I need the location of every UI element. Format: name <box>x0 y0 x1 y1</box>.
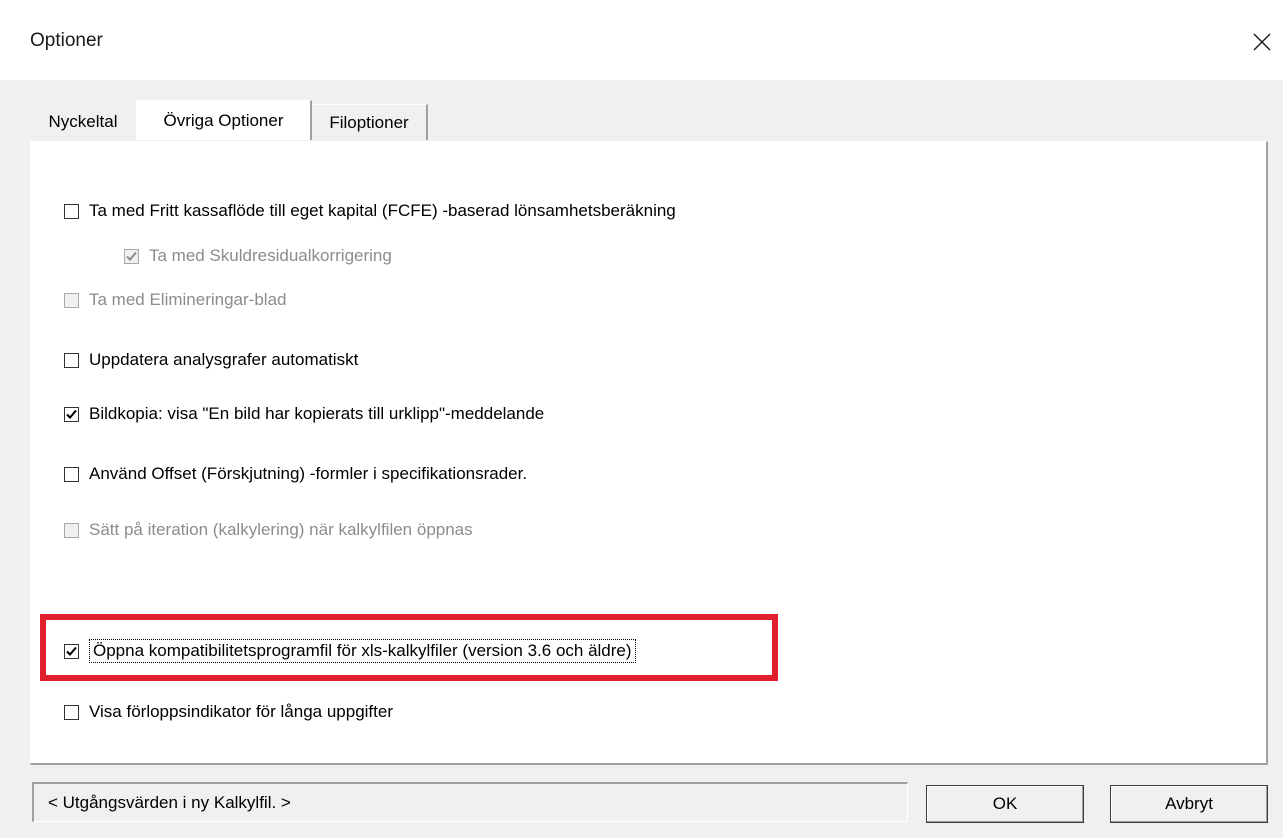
ok-button[interactable]: OK <box>926 785 1084 823</box>
tab-label: Filoptioner <box>329 112 409 132</box>
option-forloppsindikator[interactable]: Visa förloppsindikator för långa uppgift… <box>64 702 393 722</box>
option-iteration: Sätt på iteration (kalkylering) när kalk… <box>64 520 473 540</box>
checkbox-skuldresidual <box>124 248 139 264</box>
checkbox-iteration <box>64 522 79 538</box>
cancel-button-label: Avbryt <box>1165 794 1213 813</box>
title-bar-strip <box>0 0 1283 14</box>
checkbox-fcfe[interactable] <box>64 203 79 219</box>
cancel-button[interactable]: Avbryt <box>1110 785 1268 823</box>
option-bildkopia-label: Bildkopia: visa "En bild har kopierats t… <box>89 404 545 423</box>
tab-label: Övriga Optioner <box>163 110 284 130</box>
ok-button-label: OK <box>992 794 1018 813</box>
defaults-button[interactable]: < Utgångsvärden i ny Kalkylfil. > <box>32 782 908 822</box>
option-elimineringar: Ta med Elimineringar-blad <box>64 290 286 310</box>
checkbox-kompatibilitet[interactable] <box>64 643 79 659</box>
checkbox-bildkopia[interactable] <box>64 406 79 422</box>
option-bildkopia[interactable]: Bildkopia: visa "En bild har kopierats t… <box>64 404 544 424</box>
option-fcfe[interactable]: Ta med Fritt kassaflöde till eget kapita… <box>64 201 676 221</box>
option-fcfe-label: Ta med Fritt kassaflöde till eget kapita… <box>89 201 676 220</box>
close-icon <box>1253 33 1271 51</box>
option-analysgrafer[interactable]: Uppdatera analysgrafer automatiskt <box>64 350 358 370</box>
checkbox-forloppsindikator[interactable] <box>64 704 79 720</box>
option-forloppsindikator-label: Visa förloppsindikator för långa uppgift… <box>89 702 393 721</box>
option-elimineringar-label: Ta med Elimineringar-blad <box>89 290 287 309</box>
tab-ovriga-optioner[interactable]: Övriga Optioner <box>136 100 312 140</box>
tab-filoptioner[interactable]: Filoptioner <box>312 104 428 140</box>
window-title: Optioner <box>30 30 103 51</box>
option-iteration-label: Sätt på iteration (kalkylering) när kalk… <box>89 520 473 539</box>
checkmark-icon <box>66 409 77 419</box>
tab-nyckeltal[interactable]: Nyckeltal <box>30 104 136 140</box>
option-kompatibilitet[interactable]: Öppna kompatibilitetsprogramfil för xls-… <box>64 639 636 663</box>
checkbox-offset[interactable] <box>64 466 79 482</box>
defaults-button-label: < Utgångsvärden i ny Kalkylfil. > <box>48 792 291 812</box>
checkbox-analysgrafer[interactable] <box>64 352 79 368</box>
option-offset[interactable]: Använd Offset (Förskjutning) -formler i … <box>64 464 527 484</box>
checkmark-icon <box>126 251 137 261</box>
close-button[interactable] <box>1244 24 1280 60</box>
title-bar: Optioner <box>0 0 1283 80</box>
options-dialog: Optioner Nyckeltal Övriga Optioner Filop… <box>0 0 1283 838</box>
option-kompatibilitet-label: Öppna kompatibilitetsprogramfil för xls-… <box>89 639 636 663</box>
option-skuldresidual: Ta med Skuldresidualkorrigering <box>124 246 392 266</box>
option-skuldresidual-label: Ta med Skuldresidualkorrigering <box>149 246 392 265</box>
tab-label: Nyckeltal <box>48 112 118 131</box>
option-offset-label: Använd Offset (Förskjutning) -formler i … <box>89 464 528 483</box>
checkbox-elimineringar <box>64 292 79 308</box>
option-analysgrafer-label: Uppdatera analysgrafer automatiskt <box>89 350 359 369</box>
checkmark-icon <box>66 646 77 656</box>
